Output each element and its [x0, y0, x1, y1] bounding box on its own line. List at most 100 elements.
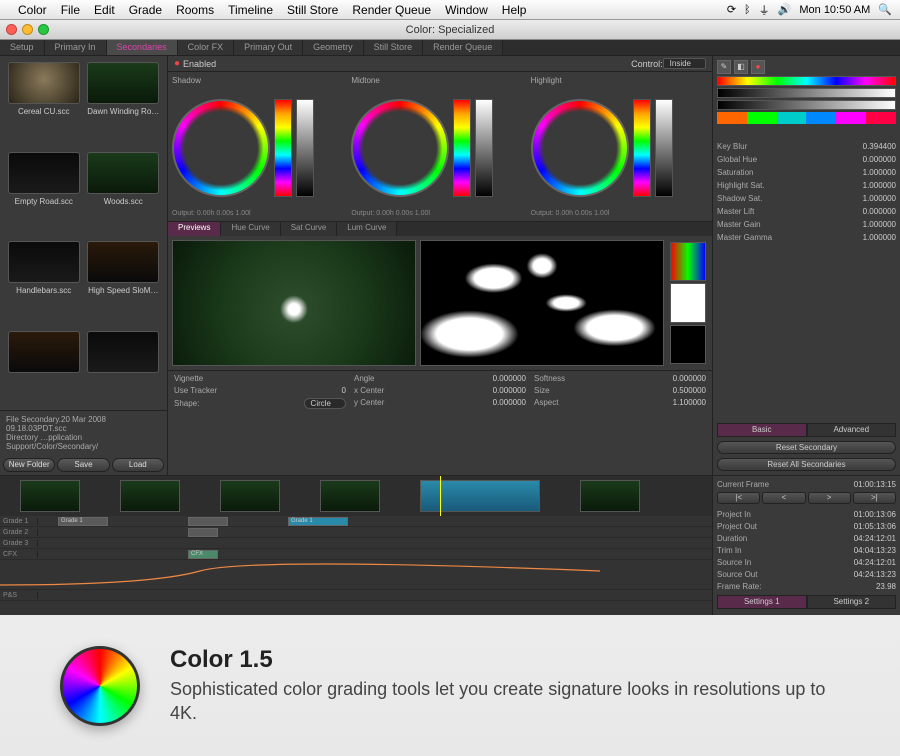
key-blur-value[interactable]: 0.394400: [826, 142, 896, 151]
red-tool-icon[interactable]: ●: [751, 60, 765, 74]
spotlight-icon[interactable]: 🔍: [878, 3, 892, 16]
next-clip-button[interactable]: >|: [853, 492, 896, 504]
timeline-clip[interactable]: [580, 480, 640, 512]
softness-value[interactable]: 0.000000: [646, 374, 706, 383]
tab-setup[interactable]: Setup: [0, 40, 45, 55]
timeline-clip[interactable]: [220, 480, 280, 512]
master-gamma-value[interactable]: 1.000000: [826, 233, 896, 242]
luma-range-bar[interactable]: [717, 100, 896, 110]
advanced-tab[interactable]: Advanced: [807, 423, 897, 437]
xcenter-value[interactable]: 0.000000: [466, 386, 526, 395]
current-frame-value[interactable]: 01:00:13:15: [836, 480, 896, 489]
prev-clip-button[interactable]: |<: [717, 492, 760, 504]
shadow-sat-value[interactable]: 1.000000: [826, 194, 896, 203]
close-button[interactable]: [6, 24, 17, 35]
global-hue-value[interactable]: 0.000000: [826, 155, 896, 164]
timeline-clip-strip[interactable]: [0, 476, 712, 516]
rgb-swatch[interactable]: [670, 242, 706, 281]
tab-primary-out[interactable]: Primary Out: [234, 40, 303, 55]
menu-help[interactable]: Help: [502, 3, 527, 17]
wifi-icon[interactable]: ⏚: [759, 2, 770, 18]
clip-thumb[interactable]: Handlebars.scc: [6, 241, 82, 327]
step-back-button[interactable]: <: [762, 492, 805, 504]
tab-primary-in[interactable]: Primary In: [45, 40, 107, 55]
preview-graded[interactable]: [172, 240, 416, 366]
basic-tab[interactable]: Basic: [717, 423, 807, 437]
clip-thumb[interactable]: Dawn Winding Ro…: [86, 62, 162, 148]
use-tracker-value[interactable]: 0: [286, 386, 346, 395]
clip-thumb[interactable]: [86, 331, 162, 405]
preview-tab-hue[interactable]: Hue Curve: [221, 222, 280, 236]
clip-thumb[interactable]: High Speed SloM…: [86, 241, 162, 327]
timeline-clip[interactable]: [120, 480, 180, 512]
highlight-luma-strip[interactable]: [655, 99, 673, 197]
tab-still-store[interactable]: Still Store: [364, 40, 424, 55]
shape-dropdown[interactable]: Circle: [304, 398, 346, 409]
menu-window[interactable]: Window: [445, 3, 488, 17]
preview-tab-previews[interactable]: Previews: [168, 222, 221, 236]
preview-tab-lum[interactable]: Lum Curve: [337, 222, 397, 236]
size-value[interactable]: 0.500000: [646, 386, 706, 395]
midtone-hue-strip[interactable]: [453, 99, 471, 197]
volume-icon[interactable]: 🔊: [778, 3, 792, 16]
load-button[interactable]: Load: [112, 458, 164, 472]
tab-geometry[interactable]: Geometry: [303, 40, 364, 55]
reset-all-secondaries-button[interactable]: Reset All Secondaries: [717, 458, 896, 471]
minimize-button[interactable]: [22, 24, 33, 35]
sat-range-bar[interactable]: [717, 88, 896, 98]
shadow-color-wheel[interactable]: [172, 99, 270, 197]
tab-render-queue[interactable]: Render Queue: [423, 40, 503, 55]
reset-secondary-button[interactable]: Reset Secondary: [717, 441, 896, 454]
preview-tab-sat[interactable]: Sat Curve: [281, 222, 338, 236]
new-folder-button[interactable]: New Folder: [3, 458, 55, 472]
tool-icon[interactable]: ◧: [734, 60, 748, 74]
menu-file[interactable]: File: [61, 3, 80, 17]
timeline-clip[interactable]: [20, 480, 80, 512]
sync-icon[interactable]: ⟳: [727, 3, 736, 16]
shadow-hue-strip[interactable]: [274, 99, 292, 197]
black-swatch[interactable]: [670, 325, 706, 364]
timeline-clip[interactable]: [320, 480, 380, 512]
enabled-indicator-icon[interactable]: ●: [174, 58, 180, 69]
bluetooth-icon[interactable]: ᛒ: [744, 4, 751, 16]
timeline-clip-active[interactable]: [420, 480, 540, 512]
eyedropper-icon[interactable]: ✎: [717, 60, 731, 74]
white-swatch[interactable]: [670, 283, 706, 322]
menu-edit[interactable]: Edit: [94, 3, 115, 17]
highlight-sat-value[interactable]: 1.000000: [826, 181, 896, 190]
clock[interactable]: Mon 10:50 AM: [799, 4, 870, 16]
angle-value[interactable]: 0.000000: [466, 374, 526, 383]
saturation-value[interactable]: 1.000000: [826, 168, 896, 177]
step-fwd-button[interactable]: >: [808, 492, 851, 504]
tab-secondaries[interactable]: Secondaries: [107, 40, 178, 55]
settings-1-tab[interactable]: Settings 1: [717, 595, 807, 609]
highlight-color-wheel[interactable]: [531, 99, 629, 197]
settings-2-tab[interactable]: Settings 2: [807, 595, 897, 609]
timeline-tracks[interactable]: Grade 1Grade 1Grade 1 Grade 2 Grade 3 CF…: [0, 516, 712, 615]
highlight-hue-strip[interactable]: [633, 99, 651, 197]
aspect-value[interactable]: 1.100000: [646, 398, 706, 407]
clip-thumb[interactable]: [6, 331, 82, 405]
ycenter-value[interactable]: 0.000000: [466, 398, 526, 407]
color-swatch-bar[interactable]: [717, 112, 896, 124]
midtone-color-wheel[interactable]: [351, 99, 449, 197]
save-button[interactable]: Save: [57, 458, 109, 472]
control-dropdown[interactable]: Inside: [663, 58, 706, 69]
shadow-luma-strip[interactable]: [296, 99, 314, 197]
midtone-luma-strip[interactable]: [475, 99, 493, 197]
menu-stillstore[interactable]: Still Store: [287, 3, 338, 17]
zoom-button[interactable]: [38, 24, 49, 35]
master-gain-value[interactable]: 1.000000: [826, 220, 896, 229]
clip-thumb[interactable]: Woods.scc: [86, 152, 162, 238]
preview-matte[interactable]: [420, 240, 664, 366]
menu-grade[interactable]: Grade: [129, 3, 162, 17]
clip-thumb[interactable]: Empty Road.scc: [6, 152, 82, 238]
menu-timeline[interactable]: Timeline: [228, 3, 273, 17]
menu-app[interactable]: Color: [18, 3, 47, 17]
menu-renderqueue[interactable]: Render Queue: [352, 3, 431, 17]
tab-color-fx[interactable]: Color FX: [178, 40, 235, 55]
master-lift-value[interactable]: 0.000000: [826, 207, 896, 216]
hue-range-bar[interactable]: [717, 76, 896, 86]
menu-rooms[interactable]: Rooms: [176, 3, 214, 17]
clip-thumb[interactable]: Cereal CU.scc: [6, 62, 82, 148]
